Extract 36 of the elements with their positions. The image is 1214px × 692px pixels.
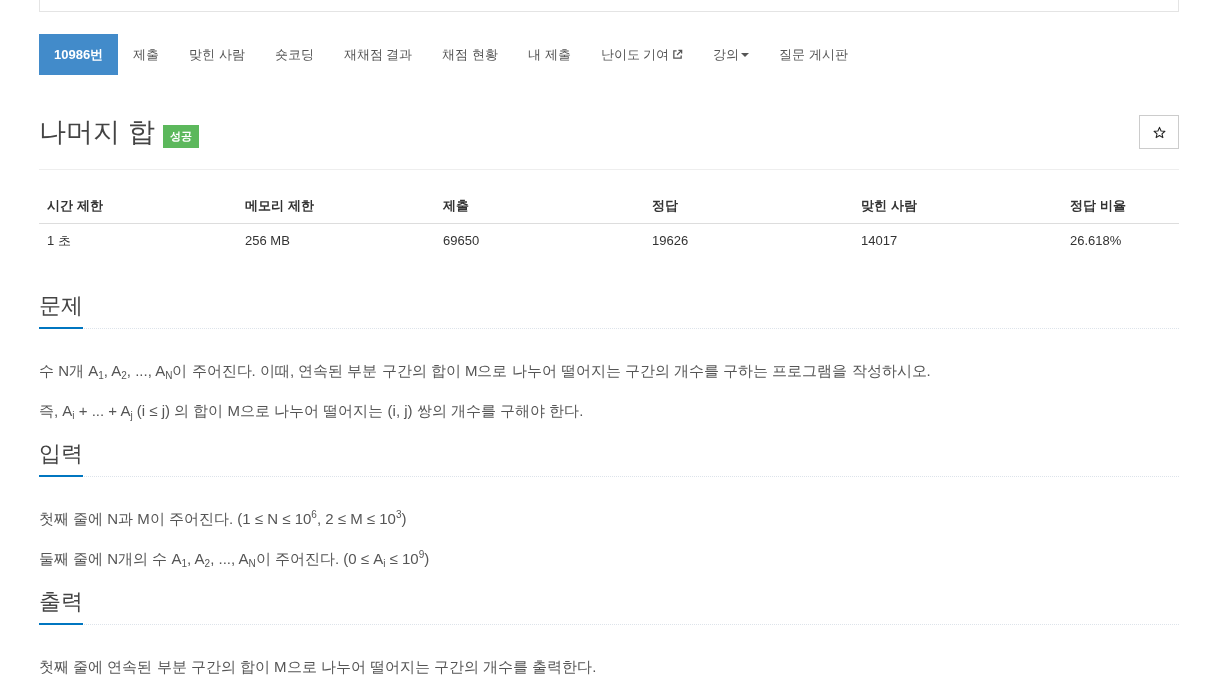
problem-title: 나머지 합 (39, 116, 155, 149)
table-header-cell: 맞힌 사람 (853, 189, 1062, 224)
paragraph: 즉, A$_{i}$ + ... + A$_{j}$ (i ≤ j) 의 합이 M으로 나누어 떨어지는 (i, j) 쌍의 개수를 구해야 한다. (39, 401, 585, 423)
table-header-cell: 정답 (644, 189, 853, 224)
favorite-button[interactable] (1139, 115, 1179, 149)
section-heading: 입력 (39, 439, 83, 477)
nav-tab[interactable]: 난이도 기여 (585, 34, 699, 75)
table-cell: 1 초 (39, 223, 237, 258)
section-heading: 문제 (39, 291, 83, 329)
nav-tab[interactable]: 숏코딩 (259, 34, 329, 75)
table-cell: 69650 (435, 223, 644, 258)
table-cell: 26.618% (1062, 223, 1179, 258)
nav-tab[interactable]: 제출 (118, 34, 175, 75)
external-link-icon (672, 49, 684, 60)
star-icon (1152, 125, 1166, 139)
table-header-cell: 정답 비율 (1062, 189, 1179, 224)
nav-tab[interactable]: 재채점 결과 (328, 34, 428, 75)
paragraph: 첫째 줄에 N과 M이 주어진다. (1 ≤ N ≤ 10$^{6}$, 2 ≤ M ≤ 10$^{3}$) (39, 508, 408, 529)
nav-tab[interactable]: 질문 게시판 (764, 34, 863, 75)
nav-tab[interactable]: 내 제출 (513, 34, 586, 75)
paragraph: 둘째 줄에 N개의 수 A$_{1}$, A$_{2}$, ..., A$_{N}$이 주어진다. (0 ≤ A$_{i}$ ≤ 10$^{9}$) (39, 548, 431, 571)
nav-tab[interactable]: 채점 현황 (427, 34, 514, 75)
nav-tab[interactable]: 맞힌 사람 (174, 34, 260, 75)
paragraph: 수 N개 A$_{1}$, A$_{2}$, ..., A$_{N}$이 주어진다. 이때, 연속된 부분 구간의 합이 M으로 나누어 떨어지는 구간의 개수를 구하는 프로그램을 작성하시오. (39, 361, 932, 383)
nav-tab[interactable]: 10986번 (39, 34, 119, 75)
table-header-cell: 제출 (435, 189, 644, 224)
table-cell: 19626 (644, 223, 853, 258)
paragraph: 첫째 줄에 연속된 부분 구간의 합이 M으로 나누어 떨어지는 구간의 개수를 출력한다. (39, 657, 598, 677)
table-cell: 14017 (853, 223, 1062, 258)
nav-tab[interactable]: 강의 (698, 34, 765, 75)
status-label: 성공 (162, 124, 199, 148)
caret-icon (741, 52, 750, 57)
table-header-cell: 메모리 제한 (237, 189, 435, 224)
table-header-cell: 시간 제한 (39, 189, 237, 224)
section-heading: 출력 (39, 587, 83, 625)
table-cell: 256 MB (237, 223, 435, 258)
